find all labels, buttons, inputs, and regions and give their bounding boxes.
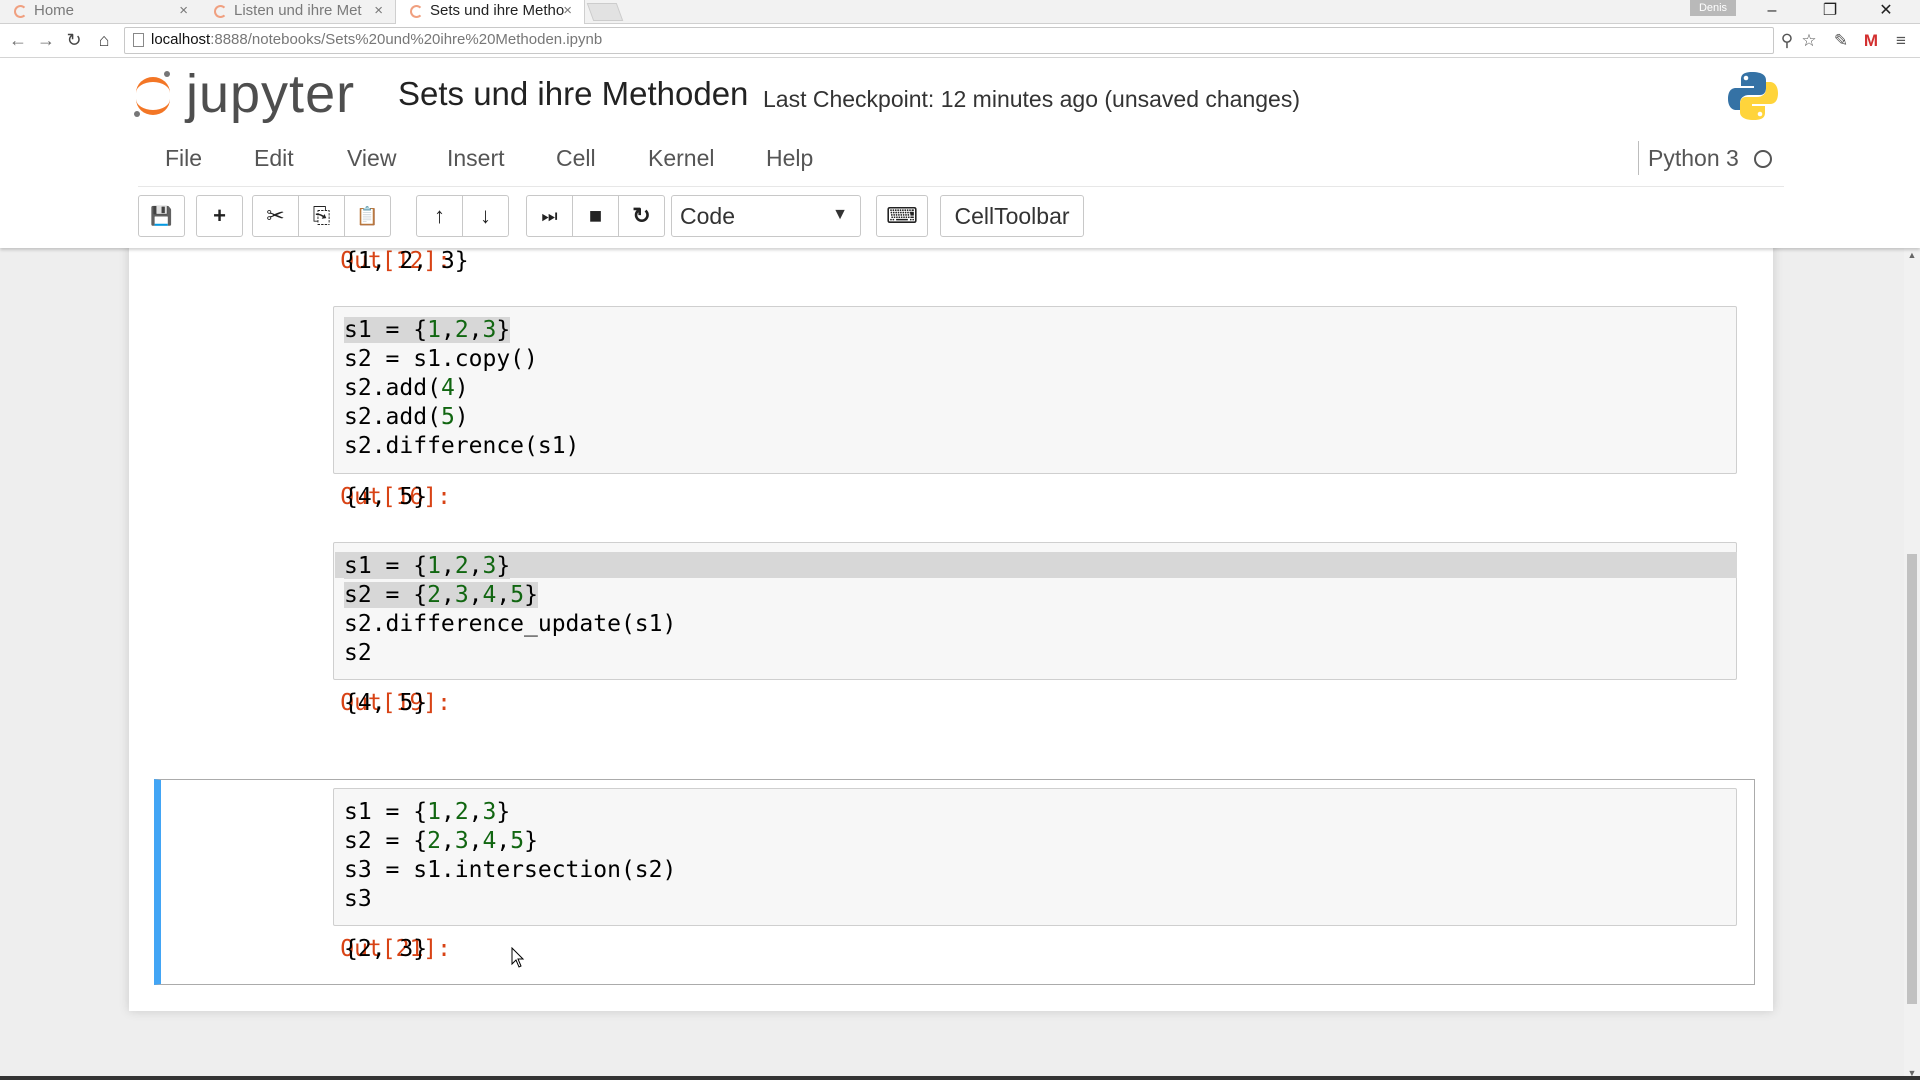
- code-input[interactable]: s1 = {1,2,3} s2 = {2,3,4,5} s3 = s1.inte…: [333, 788, 1737, 926]
- minimize-icon[interactable]: –: [1752, 0, 1792, 24]
- tab-label: Listen und ihre Met: [234, 2, 362, 19]
- tab-label: Home: [34, 2, 75, 19]
- close-icon[interactable]: ✕: [1866, 0, 1906, 24]
- extension-icon[interactable]: ✎: [1830, 30, 1852, 52]
- output-text: {1, 2, 3}: [344, 248, 469, 274]
- paste-icon[interactable]: 📋: [344, 195, 391, 237]
- chrome-menu-icon[interactable]: ≡: [1890, 30, 1912, 52]
- code-line: s1 = {1,2,3}: [344, 799, 511, 825]
- output-text: {4, 5}: [344, 484, 428, 510]
- code-input[interactable]: s1 = {1,2,3} s2 = {2,3,4,5} s2.differenc…: [333, 542, 1737, 680]
- code-line: s2 = {2,3,4,5}: [344, 582, 538, 608]
- cell-type-select[interactable]: Code ▼: [671, 195, 861, 237]
- jupyter-favicon-icon: [14, 5, 27, 18]
- code-line: s2.add(5): [344, 404, 469, 430]
- url-text: localhost:8888/notebooks/Sets%20und%20ih…: [151, 31, 602, 48]
- kernel-status-idle-icon: [1754, 150, 1772, 168]
- arrow-down-icon[interactable]: ↓: [462, 195, 509, 237]
- url-host: localhost: [151, 31, 211, 48]
- code-line: s2.add(4): [344, 375, 469, 401]
- back-icon[interactable]: ←: [6, 28, 30, 52]
- menu-help[interactable]: Help: [766, 145, 813, 172]
- menu-kernel[interactable]: Kernel: [648, 145, 714, 172]
- mouse-cursor-icon: [511, 947, 525, 968]
- current-line-highlight: [335, 552, 1737, 578]
- notebook-panel: s2 Out[12]: {1, 2, 3} In [16]: s1 = {1,2…: [129, 220, 1773, 1011]
- copy-icon[interactable]: ⎘: [298, 195, 345, 237]
- scroll-up-icon[interactable]: ▲: [1907, 250, 1917, 260]
- save-icon[interactable]: 💾: [138, 195, 185, 237]
- menu-view[interactable]: View: [347, 145, 396, 172]
- tab-home[interactable]: Home ×: [0, 0, 200, 24]
- notebook-container: s2 Out[12]: {1, 2, 3} In [16]: s1 = {1,2…: [0, 220, 1904, 1080]
- jupyter-header: jupyter Sets und ihre Methoden Last Chec…: [0, 58, 1920, 248]
- user-badge[interactable]: Denis: [1690, 0, 1736, 16]
- scrollbar-thumb[interactable]: [1907, 554, 1917, 1004]
- menu-file[interactable]: File: [165, 145, 202, 172]
- reload-icon[interactable]: ↻: [62, 28, 86, 52]
- tab-close-icon[interactable]: ×: [563, 0, 572, 22]
- gmail-icon[interactable]: M: [1860, 30, 1882, 52]
- new-tab-button[interactable]: [586, 3, 624, 21]
- run-cell-icon[interactable]: ⏭: [526, 195, 573, 237]
- keyboard-icon[interactable]: ⌨: [876, 195, 928, 237]
- restart-kernel-icon[interactable]: ↻: [618, 195, 665, 237]
- forward-icon[interactable]: →: [34, 28, 58, 52]
- home-icon[interactable]: ⌂: [92, 28, 116, 52]
- tab-label: Sets und ihre Metho: [430, 2, 565, 19]
- output-text: {4, 5}: [344, 690, 428, 716]
- jupyter-logo-icon: [134, 71, 174, 117]
- python-logo-icon: [1728, 72, 1778, 120]
- menu-cell[interactable]: Cell: [556, 145, 596, 172]
- browser-tab-bar: Home × Listen und ihre Met × Sets und ih…: [0, 0, 1920, 24]
- stop-icon[interactable]: ■: [572, 195, 619, 237]
- bookmark-star-icon[interactable]: ☆: [1798, 30, 1820, 52]
- menu-bar: File Edit View Insert Cell Kernel Help P…: [138, 131, 1784, 187]
- tab-listen[interactable]: Listen und ihre Met ×: [200, 0, 395, 24]
- plus-icon[interactable]: +: [196, 195, 243, 237]
- jupyter-logo[interactable]: jupyter: [134, 64, 355, 124]
- code-line: s1 = {1,2,3}: [344, 317, 511, 343]
- output-text: {2, 3}: [344, 936, 428, 962]
- code-line: s2 = s1.copy(): [344, 346, 538, 372]
- notebook-title[interactable]: Sets und ihre Methoden: [398, 75, 748, 113]
- checkpoint-status: Last Checkpoint: 12 minutes ago (unsaved…: [763, 86, 1300, 112]
- code-line: s3: [344, 886, 372, 912]
- menu-edit[interactable]: Edit: [254, 145, 294, 172]
- cell-type-value: Code: [680, 203, 735, 229]
- code-input[interactable]: s1 = {1,2,3} s2 = s1.copy() s2.add(4) s2…: [333, 306, 1737, 474]
- tab-sets[interactable]: Sets und ihre Metho ×: [395, 0, 585, 24]
- jupyter-logo-text: jupyter: [186, 64, 356, 124]
- celltoolbar-button[interactable]: CellToolbar: [940, 195, 1084, 237]
- page-icon: [133, 33, 144, 47]
- caret-down-icon: ▼: [832, 206, 848, 223]
- tab-close-icon[interactable]: ×: [179, 0, 188, 22]
- code-line: s2.difference(s1): [344, 433, 580, 459]
- code-line: s2.difference_update(s1): [344, 611, 677, 637]
- kernel-name: Python 3: [1648, 145, 1739, 171]
- address-bar: ← → ↻ ⌂ localhost:8888/notebooks/Sets%20…: [0, 24, 1920, 58]
- restore-icon[interactable]: ❐: [1810, 0, 1850, 24]
- jupyter-favicon-icon: [214, 5, 227, 18]
- url-path: :8888/notebooks/Sets%20und%20ihre%20Meth…: [210, 31, 603, 48]
- arrow-up-icon[interactable]: ↑: [416, 195, 463, 237]
- menu-insert[interactable]: Insert: [447, 145, 505, 172]
- taskbar-edge: [0, 1076, 1920, 1080]
- menu-divider: [1638, 141, 1639, 175]
- code-line: s1 = {1,2,3}: [344, 553, 511, 579]
- url-input[interactable]: localhost:8888/notebooks/Sets%20und%20ih…: [124, 27, 1774, 54]
- jupyter-favicon-icon: [410, 5, 423, 18]
- code-line: s3 = s1.intersection(s2): [344, 857, 677, 883]
- tab-close-icon[interactable]: ×: [374, 0, 383, 22]
- cut-icon[interactable]: ✂: [252, 195, 299, 237]
- code-line: s2: [344, 640, 372, 666]
- page-scrollbar[interactable]: ▲ ▼: [1904, 248, 1920, 1080]
- code-line: s2 = {2,3,4,5}: [344, 828, 538, 854]
- zoom-icon[interactable]: ⚲: [1776, 30, 1798, 52]
